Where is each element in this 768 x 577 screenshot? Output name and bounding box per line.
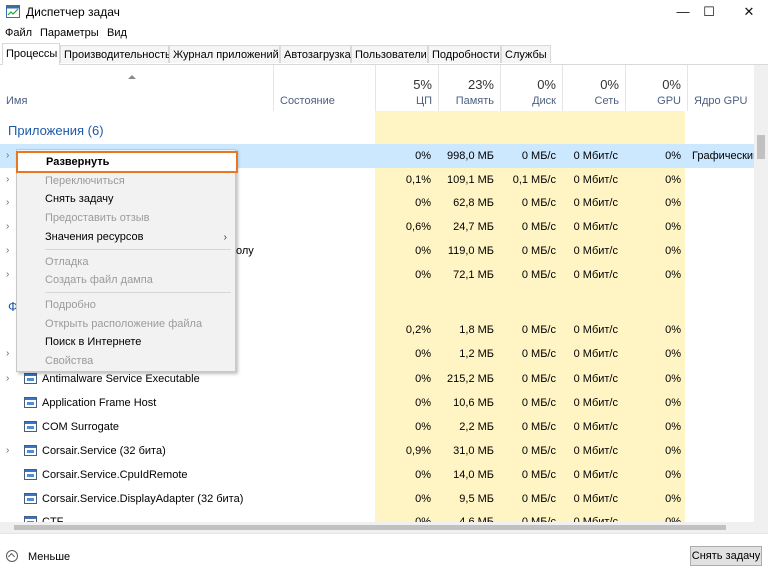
chevron-right-icon[interactable]: › — [6, 144, 9, 168]
window-title: Диспетчер задач — [26, 5, 120, 19]
tab-services[interactable]: Службы — [501, 45, 551, 63]
column-gpu-label: GPU — [657, 95, 681, 107]
collapse-up-icon — [6, 550, 18, 562]
column-gpu-engine-label: Ядро GPU — [694, 95, 748, 107]
gpu-total-percent: 0% — [662, 77, 681, 92]
menu-bar: Файл Параметры Вид — [0, 24, 768, 43]
menu-separator — [45, 292, 231, 293]
menu-view[interactable]: Вид — [107, 27, 127, 39]
ctx-expand[interactable]: Развернуть — [16, 151, 238, 173]
column-status-label: Состояние — [280, 95, 335, 107]
column-status[interactable]: Состояние — [273, 65, 375, 111]
process-window-icon — [24, 469, 37, 480]
tab-performance[interactable]: Производительность — [60, 45, 171, 63]
process-name: олу — [236, 245, 254, 257]
chevron-right-icon[interactable]: › — [6, 239, 9, 263]
tab-users[interactable]: Пользователи — [351, 45, 428, 63]
process-name: Corsair.Service (32 бита) — [42, 445, 166, 457]
tab-details[interactable]: Подробности — [428, 45, 501, 63]
column-network-label: Сеть — [594, 95, 619, 107]
process-window-icon — [24, 493, 37, 504]
column-memory-label: Память — [455, 95, 494, 107]
column-gpu[interactable]: 0% GPU — [625, 65, 687, 111]
ctx-end-task[interactable]: Снять задачу — [17, 190, 235, 209]
table-row[interactable]: › Corsair.Service (32 бита) 0,9% 31,0 МБ… — [0, 439, 754, 463]
ctx-resource-values[interactable]: Значения ресурсов › — [17, 228, 235, 247]
table-row[interactable]: CTF 0% 4,6 МБ 0 МБ/с 0 Мбит/с 0% — [0, 510, 754, 522]
task-manager-app-icon — [6, 5, 20, 18]
maximize-button[interactable]: ☐ — [692, 0, 726, 24]
tab-startup[interactable]: Автозагрузка — [280, 45, 351, 63]
context-menu: Развернуть Переключиться Снять задачу Пр… — [16, 149, 238, 372]
menu-file[interactable]: Файл — [5, 27, 32, 39]
group-apps-title[interactable]: Приложения (6) — [8, 123, 104, 138]
column-cpu[interactable]: 5% ЦП — [375, 65, 438, 111]
horizontal-scroll-thumb[interactable] — [14, 525, 726, 530]
menu-options[interactable]: Параметры — [40, 27, 99, 39]
ctx-resource-values-label: Значения ресурсов — [45, 231, 144, 243]
column-name-label: Имя — [6, 95, 28, 107]
column-memory[interactable]: 23% Память — [438, 65, 500, 111]
cpu-total-percent: 5% — [413, 77, 432, 92]
table-row[interactable]: COM Surrogate 0% 2,2 МБ 0 МБ/с 0 Мбит/с … — [0, 415, 754, 439]
chevron-right-icon[interactable]: › — [6, 263, 9, 287]
column-gpu-engine[interactable]: Ядро GPU — [687, 65, 754, 111]
memory-total-percent: 23% — [467, 77, 494, 92]
column-disk[interactable]: 0% Диск — [500, 65, 562, 111]
process-name: Application Frame Host — [42, 397, 157, 409]
close-button[interactable]: ✕ — [732, 0, 766, 24]
process-name: Corsair.Service.CpuIdRemote — [42, 469, 188, 481]
column-disk-label: Диск — [532, 95, 556, 107]
ctx-details: Подробно — [45, 299, 96, 311]
chevron-right-icon[interactable]: › — [6, 168, 9, 192]
column-network[interactable]: 0% Сеть — [562, 65, 625, 111]
disk-total-percent: 0% — [537, 77, 556, 92]
title-bar: Диспетчер задач — ☐ ✕ — [0, 0, 768, 24]
table-row[interactable]: Corsair.Service.CpuIdRemote 0% 14,0 МБ 0… — [0, 463, 754, 487]
chevron-right-icon[interactable]: › — [6, 367, 9, 391]
process-window-icon — [24, 445, 37, 456]
ctx-properties: Свойства — [45, 355, 94, 367]
ctx-debug: Отладка — [45, 256, 89, 268]
sort-ascending-icon — [128, 75, 136, 79]
column-header: Имя Состояние 5% ЦП 23% Память 0% Диск 0… — [0, 65, 754, 111]
ctx-switch-to: Переключиться — [45, 175, 125, 187]
tab-strip: Процессы Производительность Журнал прило… — [0, 43, 768, 65]
chevron-right-icon[interactable]: › — [6, 191, 9, 215]
submenu-arrow-icon: › — [223, 232, 227, 243]
process-window-icon — [24, 373, 37, 384]
vertical-scroll-thumb[interactable] — [757, 135, 765, 159]
process-name: CTF — [42, 516, 64, 522]
process-name: Corsair.Service.DisplayAdapter (32 бита) — [42, 493, 244, 505]
chevron-right-icon[interactable]: › — [6, 342, 9, 366]
chevron-right-icon[interactable]: › — [6, 215, 9, 239]
column-name[interactable]: Имя — [0, 65, 273, 111]
network-total-percent: 0% — [600, 77, 619, 92]
ctx-create-dump: Создать файл дампа — [45, 274, 153, 286]
menu-separator — [45, 249, 231, 250]
footer: Меньше Снять задачу — [0, 533, 768, 577]
ctx-open-location: Открыть расположение файла — [45, 318, 203, 330]
column-cpu-label: ЦП — [415, 95, 432, 107]
process-window-icon — [24, 397, 37, 408]
chevron-right-icon[interactable]: › — [6, 439, 9, 463]
table-row[interactable]: Corsair.Service.DisplayAdapter (32 бита)… — [0, 487, 754, 511]
tab-processes[interactable]: Процессы — [2, 43, 60, 65]
end-task-button[interactable]: Снять задачу — [690, 546, 762, 566]
fewer-details-label: Меньше — [28, 551, 71, 563]
tab-app-history[interactable]: Журнал приложений — [169, 45, 280, 63]
ctx-feedback: Предоставить отзыв — [45, 212, 150, 224]
table-row[interactable]: Application Frame Host 0% 10,6 МБ 0 МБ/с… — [0, 391, 754, 415]
process-window-icon — [24, 421, 37, 432]
ctx-search-online[interactable]: Поиск в Интернете — [17, 333, 235, 352]
process-name: COM Surrogate — [42, 421, 120, 433]
